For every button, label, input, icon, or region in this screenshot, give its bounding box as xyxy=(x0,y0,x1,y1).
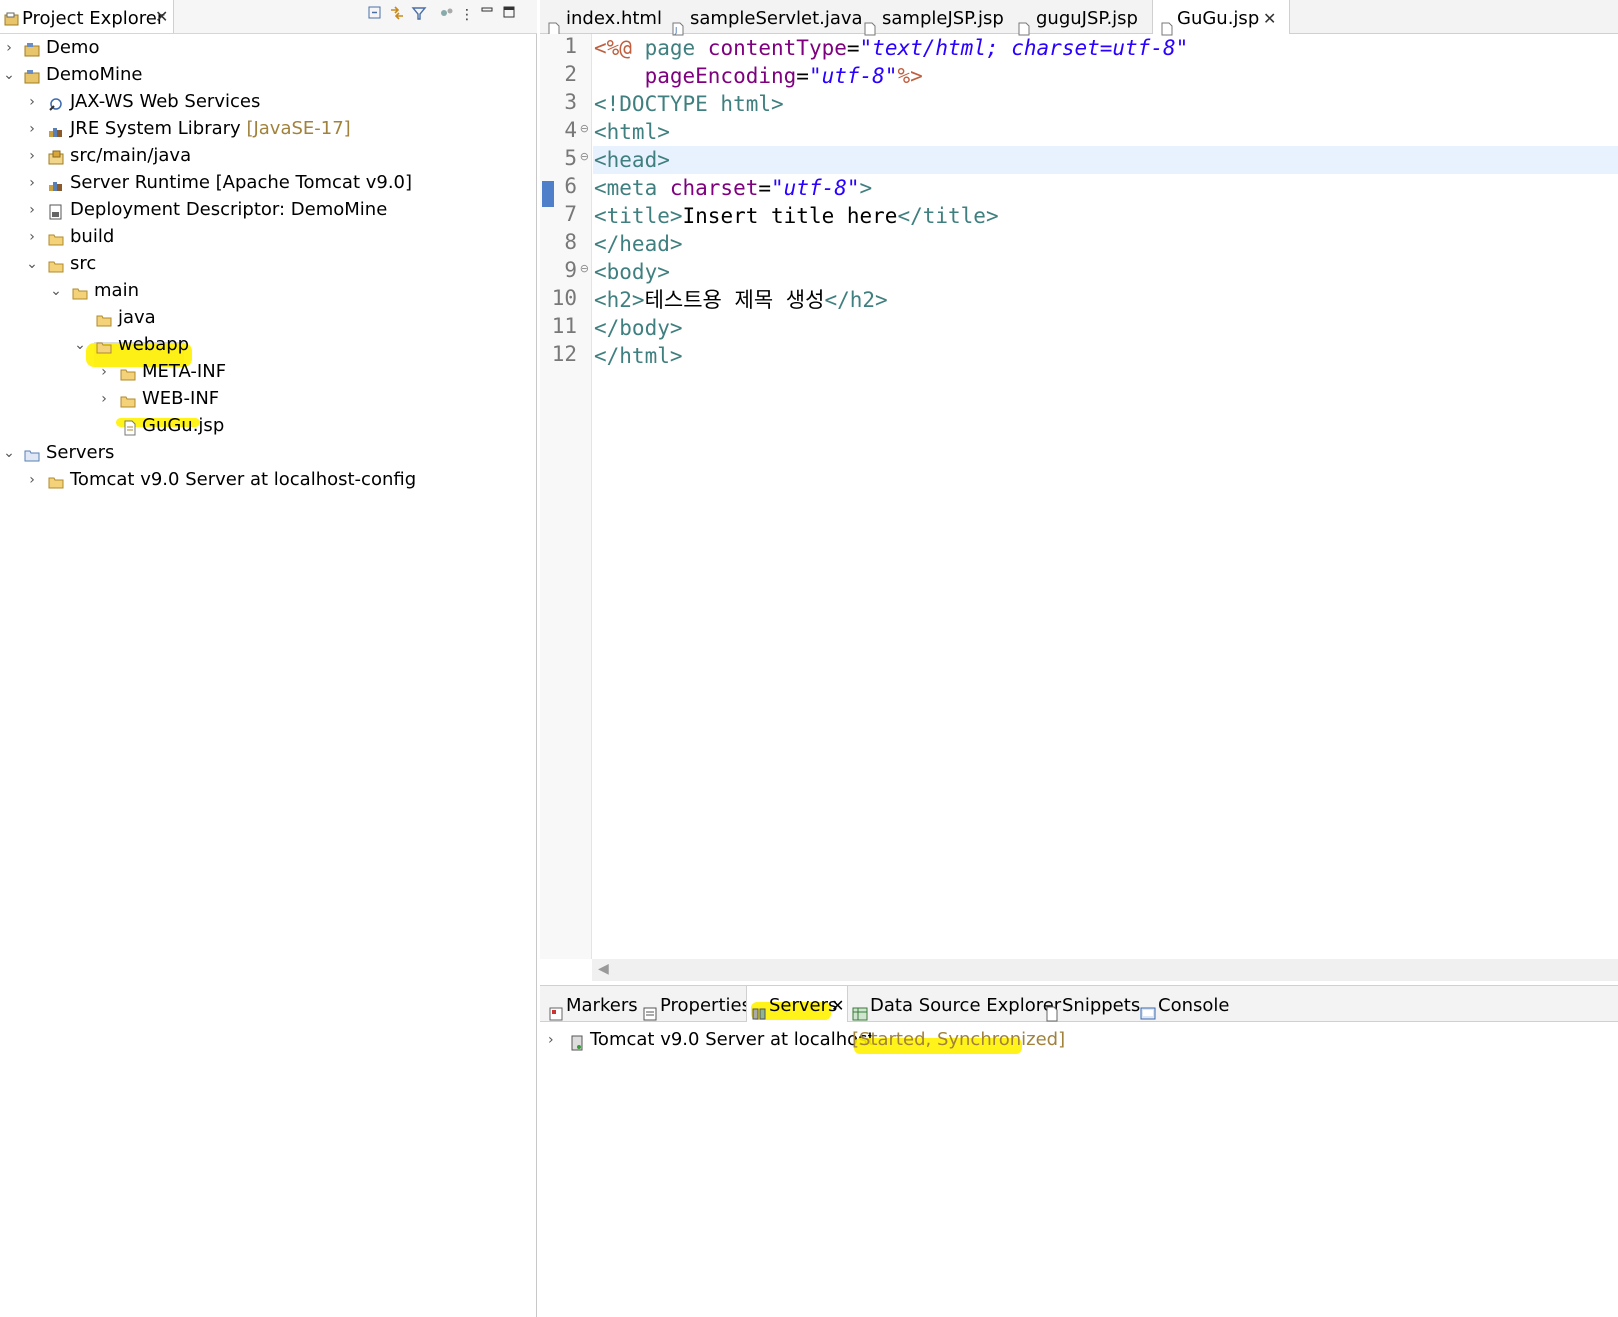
line-number: 4 xyxy=(564,118,577,142)
server-item-tomcat[interactable]: › Tomcat v9.0 Server at localhost [Start… xyxy=(540,1026,1618,1054)
chevron-right-icon[interactable]: › xyxy=(26,170,38,196)
chevron-down-icon[interactable]: ⌄ xyxy=(3,62,15,88)
tab-servers[interactable]: Servers ✕ xyxy=(746,986,848,1022)
line-number: 8 xyxy=(564,230,577,254)
jsp-file-icon xyxy=(122,418,138,436)
chevron-down-icon[interactable]: ⌄ xyxy=(26,251,38,277)
code-line-7[interactable]: <title>Insert title here</title> xyxy=(594,202,999,230)
code-line-10[interactable]: <h2>테스트용 제목 생성</h2> xyxy=(594,286,888,314)
tab-gugu-jsp[interactable]: GuGu.jsp ✕ xyxy=(1152,0,1290,36)
minimize-icon[interactable] xyxy=(478,5,496,25)
line-number: 11 xyxy=(551,314,577,338)
package-folder-icon xyxy=(48,148,64,165)
chevron-right-icon[interactable]: › xyxy=(26,116,38,142)
folder-open-icon xyxy=(24,445,40,462)
code-line-2[interactable]: pageEncoding="utf-8"%> xyxy=(594,62,923,90)
server-icon xyxy=(570,1032,584,1060)
line-number: 10 xyxy=(551,286,577,310)
line-number: 1 xyxy=(564,34,577,58)
project-explorer: Project Explorer ✕ ⋮ › Demo ⌄ DemoMine ›… xyxy=(0,0,537,1317)
chevron-down-icon[interactable]: ⌄ xyxy=(74,332,86,358)
fold-icon[interactable]: ⊖ xyxy=(580,150,589,163)
folder-open-icon xyxy=(96,337,112,354)
tab-project-explorer[interactable]: Project Explorer ✕ xyxy=(0,0,174,33)
chevron-right-icon[interactable]: › xyxy=(3,35,15,61)
code-line-9[interactable]: <body> xyxy=(594,258,670,286)
chevron-right-icon[interactable]: › xyxy=(548,1026,554,1054)
code-line-1[interactable]: <%@ page contentType="text/html; charset… xyxy=(594,34,1188,62)
editor-tab-bar: index.html J sampleServlet.java sampleJS… xyxy=(540,0,1618,36)
tab-console[interactable]: Console xyxy=(1136,986,1229,1021)
code-editor: index.html J sampleServlet.java sampleJS… xyxy=(540,0,1618,985)
project-icon xyxy=(24,67,40,84)
chevron-right-icon[interactable]: › xyxy=(98,386,110,412)
line-number: 7 xyxy=(564,202,577,226)
folder-icon xyxy=(120,364,136,381)
library-icon xyxy=(48,121,64,137)
scroll-left-icon[interactable]: ◀ xyxy=(598,961,609,977)
project-explorer-icon xyxy=(4,11,20,30)
chevron-right-icon[interactable]: › xyxy=(26,89,38,115)
chevron-right-icon[interactable]: › xyxy=(26,467,38,493)
folder-icon xyxy=(96,310,112,327)
code-line-4[interactable]: <html> xyxy=(594,118,670,146)
collapse-all-icon[interactable] xyxy=(366,5,384,25)
line-number: 5 xyxy=(564,146,577,170)
line-number: 6 xyxy=(564,174,577,198)
line-number: 12 xyxy=(551,342,577,366)
library-icon xyxy=(48,175,64,191)
tab-markers[interactable]: Markers xyxy=(544,986,638,1021)
maximize-icon[interactable] xyxy=(500,5,518,25)
code-line-6[interactable]: <meta charset="utf-8"> xyxy=(594,174,872,202)
current-line-highlight xyxy=(593,146,1618,174)
link-with-editor-icon[interactable] xyxy=(388,5,406,25)
code-line-8[interactable]: </head> xyxy=(594,230,683,258)
code-line-5[interactable]: <head> xyxy=(594,146,670,174)
project-icon xyxy=(24,40,40,57)
more-options-icon[interactable]: ⋮ xyxy=(458,5,476,25)
tab-data-source-explorer[interactable]: Data Source Explorer xyxy=(848,986,1061,1021)
server-status: [Started, Synchronized] xyxy=(852,1029,1066,1050)
folder-open-icon xyxy=(72,283,88,300)
code-line-11[interactable]: </body> xyxy=(594,314,683,342)
chevron-right-icon[interactable]: › xyxy=(26,143,38,169)
filter-icon[interactable] xyxy=(410,5,428,25)
chevron-right-icon[interactable]: › xyxy=(26,224,38,250)
code-line-12[interactable]: </html> xyxy=(594,342,683,370)
line-number: 2 xyxy=(564,62,577,86)
webservice-icon xyxy=(48,94,64,111)
fold-icon[interactable]: ⊖ xyxy=(580,122,589,135)
chevron-down-icon[interactable]: ⌄ xyxy=(50,278,62,304)
folder-icon xyxy=(48,472,64,489)
chevron-right-icon[interactable]: › xyxy=(98,359,110,385)
explorer-header: Project Explorer ✕ ⋮ xyxy=(0,0,537,34)
tab-sampleservlet-java[interactable]: J sampleServlet.java xyxy=(664,0,863,36)
folder-open-icon xyxy=(48,256,64,273)
view-menu-icon[interactable] xyxy=(438,5,456,25)
tab-properties[interactable]: Properties xyxy=(638,986,751,1021)
line-number: 9 xyxy=(564,258,577,282)
folder-icon xyxy=(48,229,64,246)
close-icon[interactable]: ✕ xyxy=(155,7,168,26)
servers-icon xyxy=(751,997,767,1037)
fold-icon[interactable]: ⊖ xyxy=(580,262,589,275)
chevron-right-icon[interactable]: › xyxy=(26,197,38,223)
close-icon[interactable]: ✕ xyxy=(1263,0,1276,38)
horizontal-scrollbar[interactable]: ◀ xyxy=(592,959,1618,981)
line-number: 3 xyxy=(564,90,577,114)
line-number-gutter: 1 2 3 4 ⊖ 5 ⊖ 6 7 8 9 ⊖ 10 11 12 xyxy=(540,34,592,959)
tab-samplejsp-jsp[interactable]: sampleJSP.jsp xyxy=(856,0,1014,36)
code-line-3[interactable]: <!DOCTYPE html> xyxy=(594,90,784,118)
tab-snippets[interactable]: Snippets xyxy=(1040,986,1140,1022)
tab-index-html[interactable]: index.html xyxy=(540,0,662,36)
chevron-down-icon[interactable]: ⌄ xyxy=(3,440,15,466)
servers-panel: Markers Properties Servers ✕ Data Source… xyxy=(540,985,1618,1317)
tab-gugujsp-jsp[interactable]: guguJSP.jsp xyxy=(1010,0,1150,36)
folder-icon xyxy=(120,391,136,408)
bottom-tab-bar: Markers Properties Servers ✕ Data Source… xyxy=(540,986,1618,1022)
descriptor-icon xyxy=(48,202,64,220)
explorer-title: Project Explorer xyxy=(22,8,165,29)
